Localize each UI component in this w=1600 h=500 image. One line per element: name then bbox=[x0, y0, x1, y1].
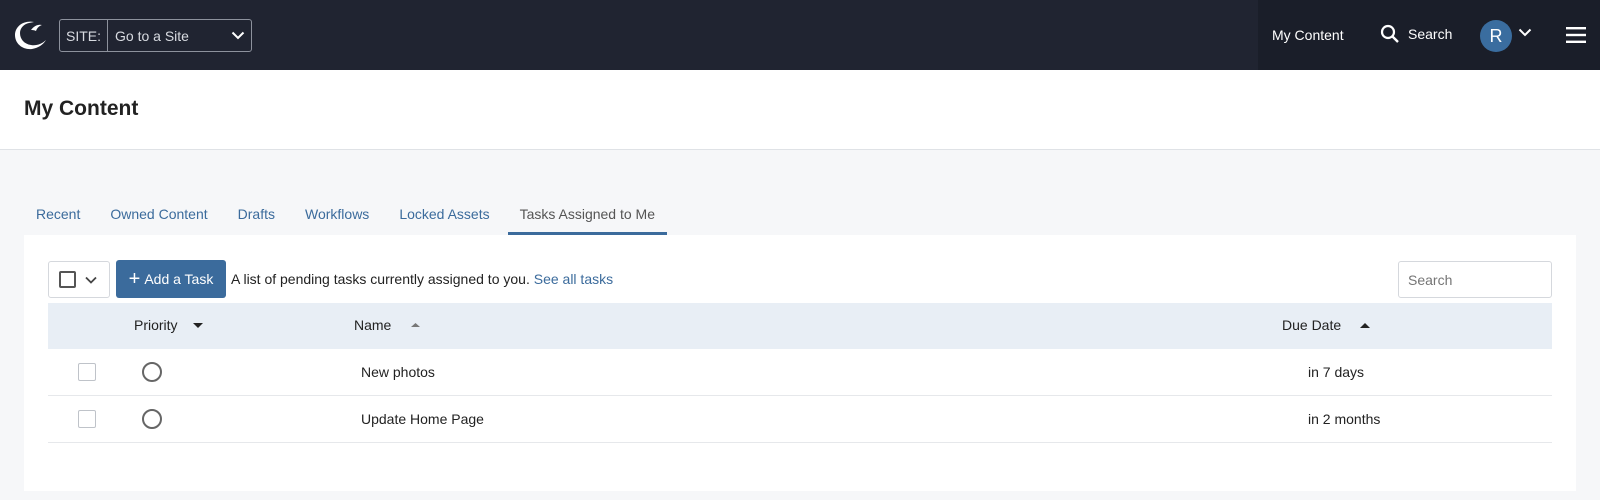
tab-owned-content[interactable]: Owned Content bbox=[98, 196, 219, 236]
tasks-search-input[interactable] bbox=[1398, 261, 1552, 298]
chevron-down-icon bbox=[85, 276, 97, 284]
user-avatar[interactable]: R bbox=[1480, 20, 1512, 52]
add-task-label: Add a Task bbox=[144, 271, 214, 287]
tab-locked-assets[interactable]: Locked Assets bbox=[387, 196, 501, 236]
page-title: My Content bbox=[24, 97, 139, 120]
row-checkbox[interactable] bbox=[78, 410, 96, 428]
site-label: SITE: bbox=[60, 20, 109, 51]
sort-desc-icon bbox=[192, 322, 203, 328]
task-due-date: in 7 days bbox=[1308, 364, 1365, 380]
bulk-select-dropdown[interactable] bbox=[48, 261, 110, 298]
nav-my-content-link[interactable]: My Content bbox=[1272, 27, 1344, 43]
tab-workflows[interactable]: Workflows bbox=[293, 196, 381, 236]
chevron-down-icon bbox=[225, 31, 251, 40]
search-icon bbox=[1380, 24, 1399, 43]
sort-asc-icon bbox=[411, 323, 421, 327]
column-label-due-date: Due Date bbox=[1282, 317, 1342, 333]
see-all-tasks-link[interactable]: See all tasks bbox=[534, 271, 613, 287]
select-all-checkbox[interactable] bbox=[59, 271, 76, 288]
add-task-button[interactable]: + Add a Task bbox=[116, 260, 226, 298]
task-due-date: in 2 months bbox=[1308, 411, 1381, 427]
tasks-panel: + Add a Task A list of pending tasks cur… bbox=[24, 235, 1576, 491]
priority-radio[interactable] bbox=[142, 362, 162, 382]
site-value: Go to a Site bbox=[115, 27, 189, 44]
priority-radio[interactable] bbox=[142, 409, 162, 429]
logo-icon[interactable] bbox=[12, 16, 48, 52]
top-nav: SITE: Go to a Site My Content Search R bbox=[0, 0, 1600, 70]
column-header-name[interactable]: Name bbox=[354, 317, 421, 333]
table-row[interactable]: New photos in 7 days bbox=[48, 349, 1552, 396]
table-row[interactable]: Update Home Page in 2 months bbox=[48, 396, 1552, 443]
menu-icon[interactable] bbox=[1566, 27, 1586, 43]
task-name[interactable]: Update Home Page bbox=[361, 411, 484, 427]
plus-icon: + bbox=[128, 268, 141, 290]
helper-text-container: A list of pending tasks currently assign… bbox=[231, 271, 613, 287]
page-header: My Content bbox=[0, 70, 1600, 150]
nav-search-label: Search bbox=[1408, 26, 1453, 42]
column-label-priority: Priority bbox=[134, 317, 178, 333]
column-label-name: Name bbox=[354, 317, 392, 333]
column-header-priority[interactable]: Priority bbox=[134, 317, 204, 333]
content-tabs: Recent Owned Content Drafts Workflows Lo… bbox=[24, 196, 673, 236]
table-header: Priority Name Due Date bbox=[48, 303, 1552, 349]
nav-search-button[interactable]: Search bbox=[1380, 24, 1452, 44]
tab-drafts[interactable]: Drafts bbox=[226, 196, 287, 236]
tab-tasks-assigned[interactable]: Tasks Assigned to Me bbox=[507, 196, 667, 236]
user-menu-chevron-icon[interactable] bbox=[1518, 28, 1532, 37]
column-header-due-date[interactable]: Due Date bbox=[1282, 317, 1371, 333]
helper-text: A list of pending tasks currently assign… bbox=[231, 271, 530, 287]
tab-recent[interactable]: Recent bbox=[24, 196, 92, 236]
sort-asc-icon bbox=[1360, 322, 1371, 328]
task-name[interactable]: New photos bbox=[361, 364, 435, 380]
site-selector[interactable]: SITE: Go to a Site bbox=[59, 19, 252, 52]
row-checkbox[interactable] bbox=[78, 363, 96, 381]
